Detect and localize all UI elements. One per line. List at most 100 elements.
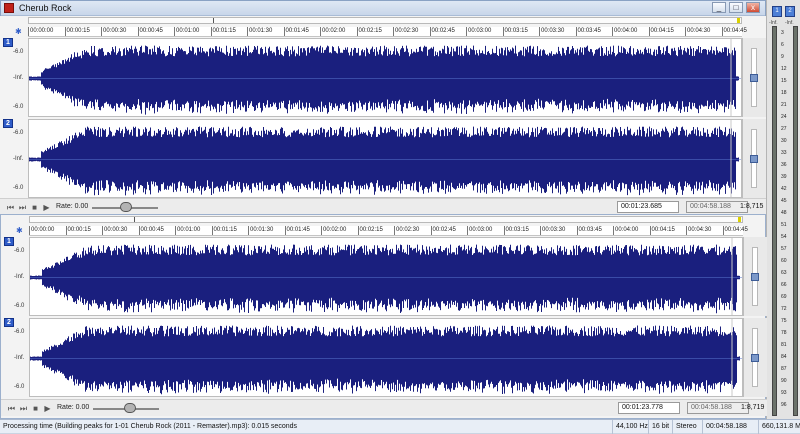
total-length-readout: 00:04:58.188 xyxy=(686,201,748,213)
meter-scale-label: 12 xyxy=(781,66,787,72)
zoom-ratio-label: 1:8,719 xyxy=(741,404,765,411)
waveform-channel-2[interactable] xyxy=(28,119,742,198)
overview-cursor-marker xyxy=(213,18,214,23)
channel-2-badge[interactable]: 2 xyxy=(3,119,13,128)
channel-1-badge[interactable]: 1 xyxy=(3,38,13,47)
ruler-tick-label: 00:04:15 xyxy=(648,27,674,36)
status-bit-depth: 16 bit xyxy=(648,420,672,434)
db-label-mid: -Inf. xyxy=(13,74,24,81)
rate-slider-thumb[interactable] xyxy=(120,202,132,212)
channel-2-level-scroll[interactable] xyxy=(743,318,767,397)
meter-channel-1-button[interactable]: 1 xyxy=(772,6,782,17)
ruler-tick-label: 00:00:45 xyxy=(138,226,164,235)
status-bar: Processing time (Building peaks for 1-01… xyxy=(0,419,800,434)
play-button[interactable]: ▶ xyxy=(42,203,51,212)
ruler-tick-label: 00:00:45 xyxy=(137,27,163,36)
ruler-tick-label: 00:02:30 xyxy=(393,27,419,36)
stop-button[interactable]: ■ xyxy=(31,404,40,413)
ruler-tick-label: 00:01:45 xyxy=(284,226,310,235)
ruler-tick-label: 00:00:15 xyxy=(64,27,90,36)
waveform-graphic xyxy=(29,120,741,197)
cursor-position-readout[interactable]: 00:01:23.685 xyxy=(617,201,679,213)
channel-1-level-scroll[interactable] xyxy=(743,237,767,316)
snap-icon[interactable]: ✱ xyxy=(15,27,24,36)
go-to-end-button[interactable]: ⏭ xyxy=(18,203,27,212)
ruler-tick-label: 00:02:45 xyxy=(429,27,455,36)
waveform-channel-1[interactable] xyxy=(29,237,743,316)
zoom-ratio-label: 1:8,715 xyxy=(740,203,764,210)
time-ruler[interactable]: 00:00:00 00:00:15 00:00:30 00:00:45 00:01:00… xyxy=(29,226,748,236)
overview-bar[interactable] xyxy=(29,216,743,223)
ruler-tick-label: 00:03:15 xyxy=(503,226,529,235)
ruler-tick-label: 00:03:30 xyxy=(539,27,565,36)
ruler-tick-label: 00:04:30 xyxy=(685,27,711,36)
ruler-tick-label: 00:01:00 xyxy=(175,226,201,235)
meter-scale-label: 39 xyxy=(781,174,787,180)
ruler-tick-label: 00:00:00 xyxy=(28,27,54,36)
maximize-button[interactable]: □ xyxy=(729,2,743,13)
meter-scale-label: 78 xyxy=(781,330,787,336)
meter-scale-label: 30 xyxy=(781,138,787,144)
meter-scale-label: 21 xyxy=(781,102,787,108)
ruler-tick-label: 00:01:45 xyxy=(283,27,309,36)
ruler-tick-label: 00:00:15 xyxy=(65,226,91,235)
ruler-tick-label: 00:03:15 xyxy=(502,27,528,36)
db-label-top: -6.0 xyxy=(13,130,24,136)
channel-2-level-scroll[interactable] xyxy=(742,119,766,198)
meter-scale-label: 6 xyxy=(781,42,784,48)
time-ruler[interactable]: 00:00:00 00:00:15 00:00:30 00:00:45 00:01:00… xyxy=(28,27,747,37)
overview-bar[interactable] xyxy=(28,17,742,24)
scroll-thumb[interactable] xyxy=(750,73,758,82)
meter-scale-label: 42 xyxy=(781,186,787,192)
status-message: Processing time (Building peaks for 1-01… xyxy=(3,423,298,430)
scroll-thumb[interactable] xyxy=(751,272,759,281)
meter-scale-label: 72 xyxy=(781,306,787,312)
cursor-position-readout[interactable]: 00:01:23.778 xyxy=(618,402,680,414)
overview-end-marker xyxy=(737,18,740,23)
scroll-thumb[interactable] xyxy=(750,154,758,163)
waveform-graphic xyxy=(29,39,741,116)
go-to-end-button[interactable]: ⏭ xyxy=(19,404,28,413)
close-button[interactable]: x xyxy=(746,2,760,13)
db-label-top: -6.0 xyxy=(14,329,25,335)
meter-scale-label: 3 xyxy=(781,30,784,36)
minimize-button[interactable]: _ xyxy=(712,2,726,13)
level-meter-panel: 1 2 -Inf. -Inf. 3 6 9 12 15 18 21 24 27 30 33 36 39 4… xyxy=(766,0,800,419)
waveform-channel-1[interactable] xyxy=(28,38,742,117)
overview-cursor-marker xyxy=(134,217,135,222)
meter-scale-label: 84 xyxy=(781,354,787,360)
meter-channel-2-button[interactable]: 2 xyxy=(785,6,795,17)
meter-scale-label: 57 xyxy=(781,246,787,252)
ruler-tick-label: 00:01:30 xyxy=(248,226,274,235)
waveform-channel-2[interactable] xyxy=(29,318,743,397)
rate-slider-thumb[interactable] xyxy=(124,403,136,413)
meter-scale-label: 27 xyxy=(781,126,787,132)
ruler-tick-label: 00:04:00 xyxy=(613,226,639,235)
meter-scale-label: 45 xyxy=(781,198,787,204)
scroll-thumb[interactable] xyxy=(751,353,759,362)
meter-scale-label: 18 xyxy=(781,90,787,96)
waveform-graphic xyxy=(30,238,742,315)
rate-label: Rate: 0.00 xyxy=(57,404,90,411)
channel-1-level-scroll[interactable] xyxy=(742,38,766,117)
db-label-mid: -Inf. xyxy=(14,354,25,361)
ruler-tick-label: 00:00:00 xyxy=(29,226,55,235)
play-button[interactable]: ▶ xyxy=(43,404,52,413)
channel-1-badge[interactable]: 1 xyxy=(4,237,14,246)
go-to-start-button[interactable]: ⏮ xyxy=(7,404,16,413)
ruler-tick-label: 00:02:15 xyxy=(357,226,383,235)
db-label-mid: -Inf. xyxy=(13,155,24,162)
ruler-tick-label: 00:03:45 xyxy=(575,27,601,36)
ruler-tick-label: 00:04:45 xyxy=(722,226,748,235)
ruler-tick-label: 00:02:00 xyxy=(321,226,347,235)
meter-scale-label: 87 xyxy=(781,366,787,372)
waveform-pane-top: 00:00:00 00:00:15 00:00:30 00:00:45 00:01:00… xyxy=(0,16,766,215)
status-file-size: 660,131.8 MB xyxy=(758,420,800,434)
waveform-path xyxy=(29,45,739,115)
go-to-start-button[interactable]: ⏮ xyxy=(6,203,15,212)
meter-scale-label: 36 xyxy=(781,162,787,168)
stop-button[interactable]: ■ xyxy=(30,203,39,212)
snap-icon[interactable]: ✱ xyxy=(16,226,25,235)
meter-scale-label: 75 xyxy=(781,318,787,324)
channel-2-badge[interactable]: 2 xyxy=(4,318,14,327)
